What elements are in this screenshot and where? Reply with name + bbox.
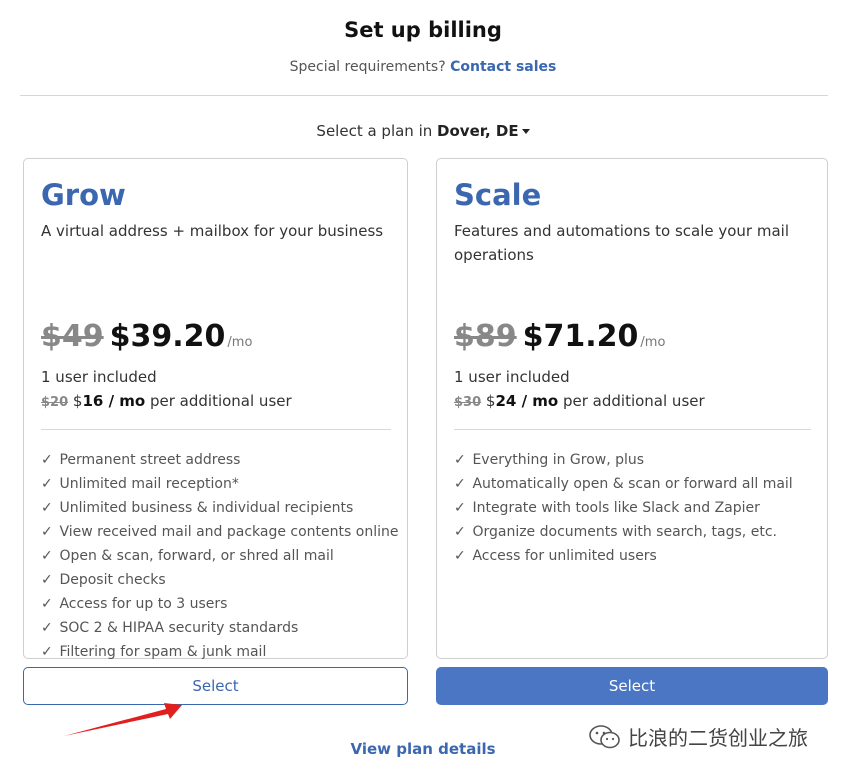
- subtitle-text: Special requirements?: [289, 59, 446, 75]
- plan-card-grow: Grow A virtual address + mailbox for you…: [23, 158, 408, 660]
- additional-user-price: $20 $16 / mo per additional user: [41, 389, 391, 415]
- check-icon: ✓: [41, 596, 53, 612]
- feature-item: ✓ Permanent street address: [41, 448, 391, 472]
- feature-item: ✓ Organize documents with search, tags, …: [454, 520, 811, 544]
- wechat-icon: [589, 724, 620, 748]
- plan-name: Grow: [41, 178, 126, 212]
- feature-item: ✓ Everything in Grow, plus: [454, 448, 811, 472]
- price-period: /mo: [640, 335, 666, 350]
- annotation-arrow-icon: [64, 703, 182, 736]
- check-icon: ✓: [41, 452, 53, 468]
- plan-name: Scale: [454, 178, 542, 212]
- plan-card-scale: Scale Features and automations to scale …: [436, 158, 828, 659]
- extra-new-price: 16 / mo: [82, 392, 146, 410]
- check-icon: ✓: [454, 524, 466, 540]
- feature-item: ✓ Access for up to 3 users: [41, 592, 391, 616]
- old-price: $49: [41, 319, 104, 354]
- check-icon: ✓: [454, 476, 466, 492]
- new-price: $39.20: [109, 319, 226, 354]
- feature-item: ✓ Unlimited business & individual recipi…: [41, 496, 391, 520]
- price-row: $49 $39.20 /mo: [41, 319, 391, 359]
- feature-item: ✓ Unlimited mail reception*: [41, 472, 391, 496]
- extra-suffix: per additional user: [562, 392, 705, 410]
- check-icon: ✓: [41, 620, 53, 636]
- users-included: 1 user included: [41, 368, 157, 386]
- price-row: $89 $71.20 /mo: [454, 319, 811, 359]
- location-prefix: Select a plan in: [316, 122, 433, 140]
- feature-item: ✓ SOC 2 & HIPAA security standards: [41, 616, 391, 640]
- location-dropdown[interactable]: Dover, DE: [437, 122, 530, 140]
- select-scale-button[interactable]: Select: [436, 667, 828, 705]
- check-icon: ✓: [454, 452, 466, 468]
- card-divider: [454, 429, 811, 430]
- check-icon: ✓: [41, 476, 53, 492]
- plan-description: A virtual address + mailbox for your bus…: [41, 222, 384, 240]
- check-icon: ✓: [41, 548, 53, 564]
- check-icon: ✓: [454, 500, 466, 516]
- new-price: $71.20: [522, 319, 639, 354]
- extra-old-price: $20: [41, 395, 69, 410]
- feature-list: ✓ Everything in Grow, plus ✓ Automatical…: [454, 448, 811, 568]
- feature-item: ✓ Open & scan, forward, or shred all mai…: [41, 544, 391, 568]
- price-period: /mo: [227, 335, 253, 350]
- extra-suffix: per additional user: [149, 392, 292, 410]
- additional-user-price: $30 $24 / mo per additional user: [454, 389, 811, 415]
- feature-item: ✓ Automatically open & scan or forward a…: [454, 472, 811, 496]
- caret-down-icon: [521, 129, 530, 134]
- card-divider: [41, 429, 391, 430]
- subtitle: Special requirements? Contact sales: [0, 59, 846, 75]
- check-icon: ✓: [41, 524, 53, 540]
- feature-item: ✓ Filtering for spam & junk mail: [41, 640, 391, 664]
- feature-item: ✓ Access for unlimited users: [454, 544, 811, 568]
- watermark-text: 比浪的二货创业之旅: [628, 726, 808, 750]
- feature-list: ✓ Permanent street address ✓ Unlimited m…: [41, 448, 398, 664]
- extra-old-price: $30: [454, 395, 482, 410]
- feature-item: ✓ View received mail and package content…: [41, 520, 398, 544]
- page-title: Set up billing: [344, 18, 502, 42]
- check-icon: ✓: [41, 572, 53, 588]
- feature-item: ✓ Deposit checks: [41, 568, 391, 592]
- watermark: 比浪的二货创业之旅: [588, 722, 808, 751]
- location-value: Dover, DE: [437, 122, 519, 140]
- check-icon: ✓: [41, 500, 53, 516]
- feature-item: ✓ Integrate with tools like Slack and Za…: [454, 496, 811, 520]
- users-included: 1 user included: [454, 368, 570, 386]
- check-icon: ✓: [454, 548, 466, 564]
- extra-new-price: 24 / mo: [495, 392, 559, 410]
- location-selector-row: Select a plan in Dover, DE: [0, 122, 846, 140]
- header-divider: [20, 95, 828, 96]
- plan-description: Features and automations to scale your m…: [454, 222, 790, 264]
- old-price: $89: [454, 319, 517, 354]
- contact-sales-link[interactable]: Contact sales: [450, 59, 556, 75]
- check-icon: ✓: [41, 644, 53, 660]
